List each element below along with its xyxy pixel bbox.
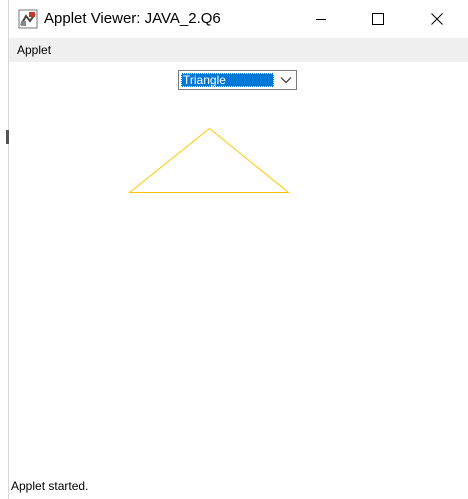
minimize-icon	[316, 19, 326, 20]
close-icon	[431, 13, 443, 25]
status-text: Applet started.	[11, 479, 89, 493]
maximize-icon	[372, 13, 384, 25]
menu-applet[interactable]: Applet	[17, 43, 51, 57]
menu-bar: Applet	[9, 38, 468, 62]
triangle-shape	[128, 127, 290, 193]
window-title: Applet Viewer: JAVA_2.Q6	[44, 10, 221, 27]
java-applet-icon	[18, 9, 38, 29]
choice-selected-value: Triangle	[181, 73, 274, 87]
applet-viewer-window: Applet Viewer: JAVA_2.Q6 Applet Triangle	[0, 0, 468, 499]
dropdown-arrow-button[interactable]	[277, 72, 295, 88]
background-window-edge	[0, 0, 9, 499]
shape-choice-dropdown[interactable]: Triangle	[178, 70, 297, 90]
minimize-button[interactable]	[298, 0, 344, 38]
drawing-area	[128, 127, 290, 193]
maximize-button[interactable]	[355, 0, 401, 38]
title-bar[interactable]: Applet Viewer: JAVA_2.Q6	[9, 0, 468, 38]
chevron-down-icon	[280, 77, 292, 84]
close-button[interactable]	[414, 0, 460, 38]
status-bar: Applet started.	[9, 474, 468, 499]
applet-canvas	[9, 62, 468, 474]
